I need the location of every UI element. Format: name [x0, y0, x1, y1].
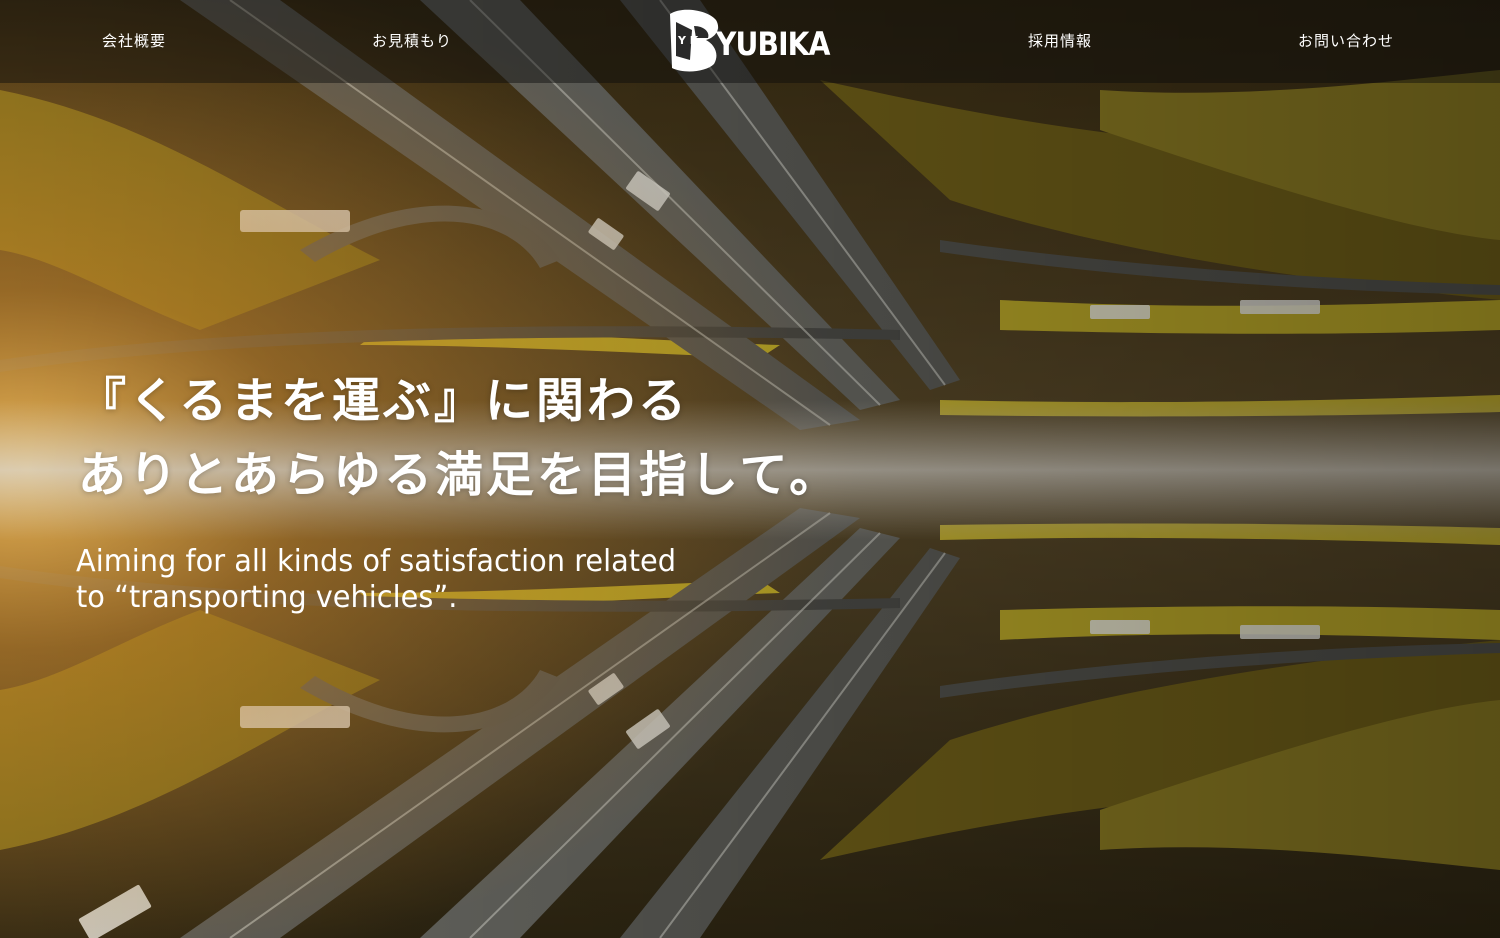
- nav-link-recruitment[interactable]: 採用情報: [1028, 30, 1092, 51]
- nav-link-estimate[interactable]: お見積もり: [372, 30, 452, 51]
- hero-headline-line-1: 『くるまを運ぶ』に関わる: [78, 373, 690, 429]
- hero-tagline-line-1: Aiming for all kinds of satisfaction rel…: [76, 544, 677, 579]
- logo-text: YUBIKA: [716, 25, 830, 63]
- hero-tagline-line-2: to “transporting vehicles”.: [76, 580, 458, 615]
- nav-link-company-overview[interactable]: 会社概要: [102, 30, 166, 51]
- hero-headline-line-2: ありとあらゆる満足を目指して。: [78, 447, 841, 503]
- logo-emblem-letters: Y K: [677, 34, 699, 47]
- hero-english-tagline: Aiming for all kinds of satisfaction rel…: [76, 544, 676, 616]
- hero-section: 会社概要 お見積もり Y K YUBIKA 採用情報 お問い合わせ 『くるまを運…: [0, 0, 1500, 938]
- nav-link-contact[interactable]: お問い合わせ: [1298, 30, 1394, 51]
- top-navigation-bar: 会社概要 お見積もり Y K YUBIKA 採用情報 お問い合わせ: [0, 0, 1500, 83]
- logo-emblem-icon: Y K: [670, 9, 719, 72]
- site-logo[interactable]: Y K YUBIKA: [664, 8, 830, 74]
- hero-headline: 『くるまを運ぶ』に関わる ありとあらゆる満足を目指して。: [78, 364, 840, 512]
